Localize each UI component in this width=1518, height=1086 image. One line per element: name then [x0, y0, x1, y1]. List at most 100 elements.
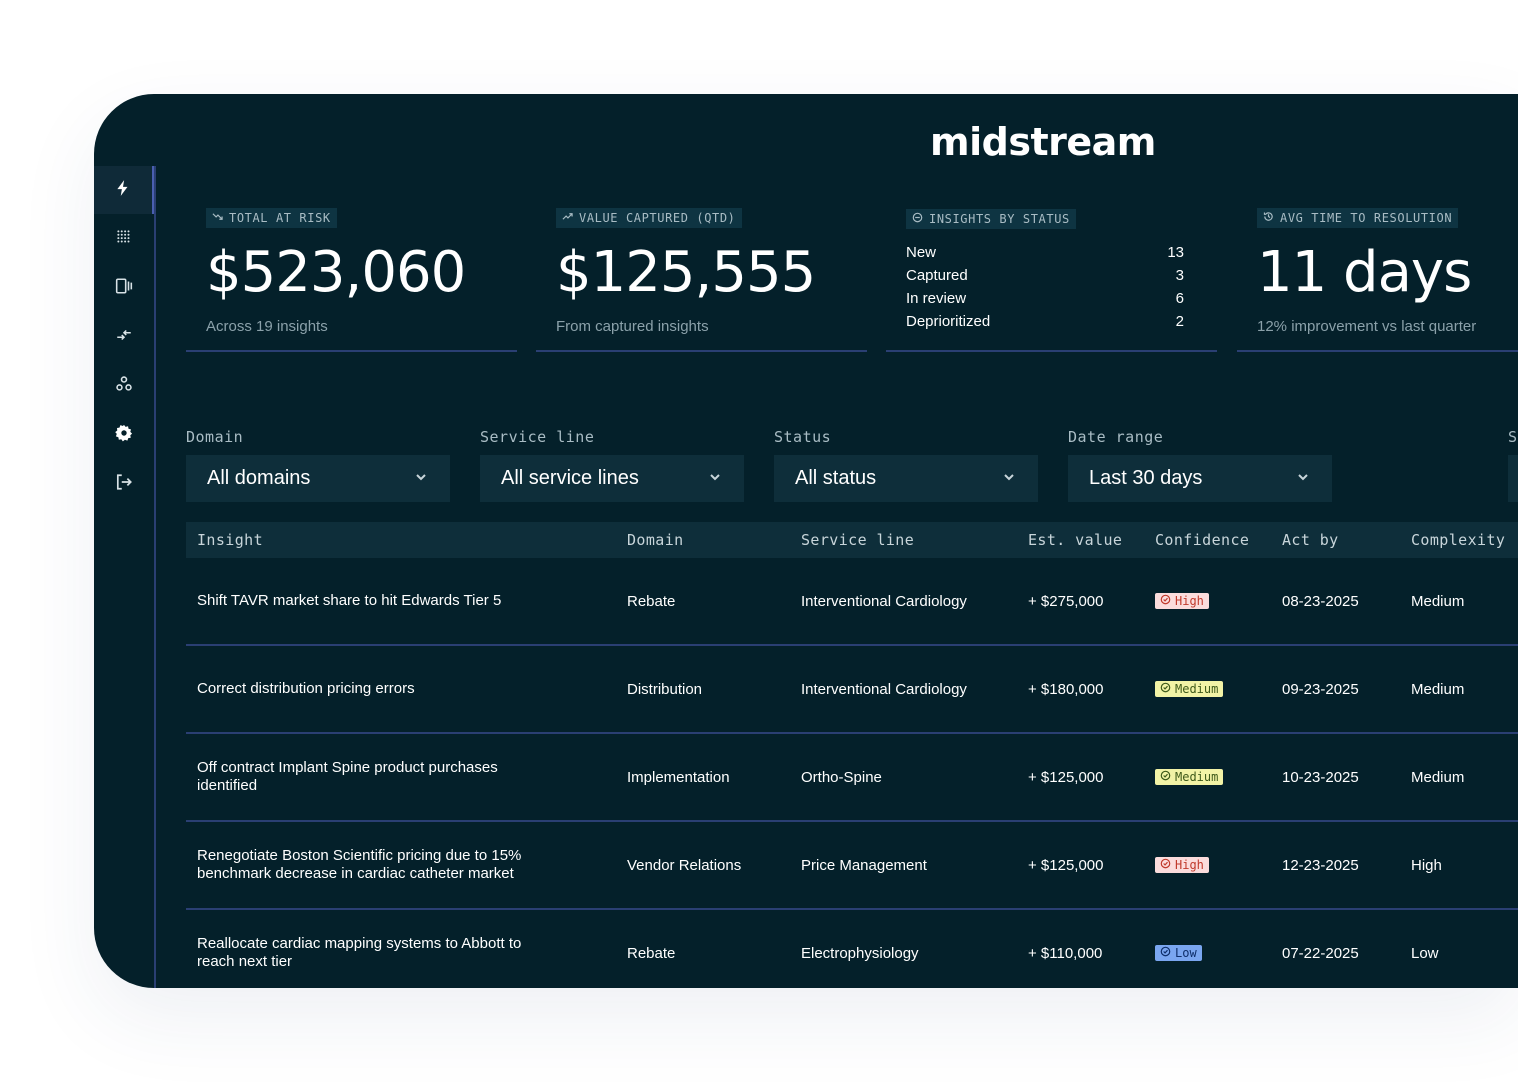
cell-insight: Correct distribution pricing errors [197, 680, 415, 697]
cell-act-by: 12-23-2025 [1282, 856, 1359, 874]
sidebar-item-logout[interactable] [94, 460, 154, 508]
filter-label: S [1508, 428, 1518, 446]
cell-act-by: 08-23-2025 [1282, 592, 1359, 610]
column-header-insight[interactable]: Insight [197, 531, 263, 549]
column-header-est-value[interactable]: Est. value [1028, 531, 1122, 549]
filter-label: Service line [480, 428, 595, 446]
confidence-badge: Medium [1155, 769, 1224, 785]
cell-act-by: 10-23-2025 [1282, 768, 1359, 786]
check-circle-icon [1160, 682, 1171, 696]
table-row[interactable]: Correct distribution pricing errors Dist… [186, 646, 1518, 734]
cell-confidence: Medium [1155, 734, 1224, 820]
cell-domain: Rebate [627, 944, 676, 962]
service-line-select[interactable]: All service lines [480, 455, 744, 502]
kpi-avg-time-to-resolution: AVG TIME TO RESOLUTION 11 days 12% impro… [1237, 200, 1518, 352]
status-row-in-review: In review 6 [906, 290, 1184, 307]
table-row[interactable]: Reallocate cardiac mapping systems to Ab… [186, 910, 1518, 988]
status-row-new: New 13 [906, 244, 1184, 261]
cell-complexity: Medium [1411, 768, 1465, 786]
filter-date-range: Date range Last 30 days [1068, 428, 1332, 502]
domain-select[interactable]: All domains [186, 455, 450, 502]
chevron-down-icon [1002, 467, 1016, 490]
people-group-icon [115, 375, 133, 398]
cell-complexity: Medium [1411, 680, 1465, 698]
cell-est-value: + $110,000 [1028, 944, 1103, 962]
cell-est-value: + $275,000 [1028, 592, 1104, 610]
cell-domain: Implementation [627, 768, 730, 786]
cell-complexity: High [1411, 856, 1442, 874]
kpi-value-captured: VALUE CAPTURED (QTD) $125,555 From captu… [536, 200, 867, 352]
cell-domain: Rebate [627, 592, 676, 610]
filter-partial: S [1508, 428, 1518, 502]
kpi-value: $125,555 [556, 240, 816, 305]
confidence-badge: High [1155, 593, 1209, 609]
sidebar-item-team[interactable] [94, 362, 154, 410]
kpi-tag-insights-by-status: INSIGHTS BY STATUS [906, 209, 1076, 229]
table-row[interactable]: Shift TAVR market share to hit Edwards T… [186, 558, 1518, 646]
cell-confidence: High [1155, 822, 1209, 908]
sidebar-item-settings[interactable] [94, 411, 154, 459]
cell-domain: Vendor Relations [627, 856, 742, 874]
status-select[interactable]: All status [774, 455, 1038, 502]
chevron-down-icon [708, 467, 722, 490]
cell-complexity: Medium [1411, 592, 1465, 610]
sidebar-item-grid[interactable] [94, 215, 154, 263]
cell-complexity: Low [1411, 944, 1439, 962]
circle-minus-icon [912, 212, 923, 226]
table-row[interactable]: Renegotiate Boston Scientific pricing du… [186, 822, 1518, 910]
cell-act-by: 09-23-2025 [1282, 680, 1359, 698]
sidebar-item-devices[interactable] [94, 264, 154, 312]
insights-table: Insight Domain Service line Est. value C… [186, 522, 1518, 988]
cell-service-line: Interventional Cardiology [801, 592, 967, 610]
app-logo[interactable]: midstream [930, 120, 1156, 164]
cell-est-value: + $125,000 [1028, 768, 1104, 786]
column-header-service-line[interactable]: Service line [801, 531, 914, 549]
sidebar-item-exchange[interactable] [94, 313, 154, 361]
sidebar [94, 166, 156, 988]
kpi-subtitle: Across 19 insights [206, 318, 328, 335]
check-circle-icon [1160, 770, 1171, 784]
table-row[interactable]: Off contract Implant Spine product purch… [186, 734, 1518, 822]
confidence-badge: High [1155, 857, 1209, 873]
arrows-exchange-icon [115, 326, 133, 349]
trend-up-icon [562, 211, 573, 225]
sidebar-item-insights[interactable] [94, 166, 154, 214]
kpi-tag-value-captured: VALUE CAPTURED (QTD) [556, 208, 742, 228]
kpi-insights-by-status: INSIGHTS BY STATUS New 13 Captured 3 In … [886, 200, 1217, 352]
app-window: midstream TOTAL AT RISK $523,060 Across … [94, 94, 1518, 988]
column-header-confidence[interactable]: Confidence [1155, 531, 1249, 549]
filter-label: Date range [1068, 428, 1164, 446]
kpi-tag-total-at-risk: TOTAL AT RISK [206, 208, 337, 228]
device-panels-icon [115, 277, 133, 300]
cell-service-line: Ortho-Spine [801, 768, 882, 786]
column-header-domain[interactable]: Domain [627, 531, 684, 549]
date-range-select[interactable]: Last 30 days [1068, 455, 1332, 502]
kpi-subtitle: 12% improvement vs last quarter [1257, 318, 1477, 335]
cell-confidence: High [1155, 558, 1209, 644]
history-icon [1263, 211, 1274, 225]
kpi-tag-avg-time: AVG TIME TO RESOLUTION [1257, 208, 1459, 228]
filter-domain: Domain All domains [186, 428, 450, 502]
column-header-act-by[interactable]: Act by [1282, 531, 1339, 549]
confidence-badge: Low [1155, 945, 1202, 961]
cell-act-by: 07-22-2025 [1282, 944, 1359, 962]
cell-service-line: Price Management [801, 856, 927, 874]
gear-icon [115, 424, 133, 447]
confidence-badge: Medium [1155, 681, 1224, 697]
check-circle-icon [1160, 858, 1171, 872]
check-circle-icon [1160, 594, 1171, 608]
chevron-down-icon [414, 467, 428, 490]
partial-select[interactable] [1508, 455, 1518, 502]
trend-down-icon [212, 211, 223, 225]
grid-dots-icon [115, 228, 133, 251]
table-header: Insight Domain Service line Est. value C… [186, 522, 1518, 558]
filter-label: Status [774, 428, 832, 446]
column-header-complexity[interactable]: Complexity [1411, 531, 1505, 549]
kpi-value: $523,060 [206, 240, 466, 305]
kpi-value: 11 days [1257, 240, 1472, 305]
cell-est-value: + $180,000 [1028, 680, 1104, 698]
cell-est-value: + $125,000 [1028, 856, 1104, 874]
cell-service-line: Interventional Cardiology [801, 680, 967, 698]
status-row-deprioritized: Deprioritized 2 [906, 313, 1184, 330]
kpi-total-at-risk: TOTAL AT RISK $523,060 Across 19 insight… [186, 200, 517, 352]
